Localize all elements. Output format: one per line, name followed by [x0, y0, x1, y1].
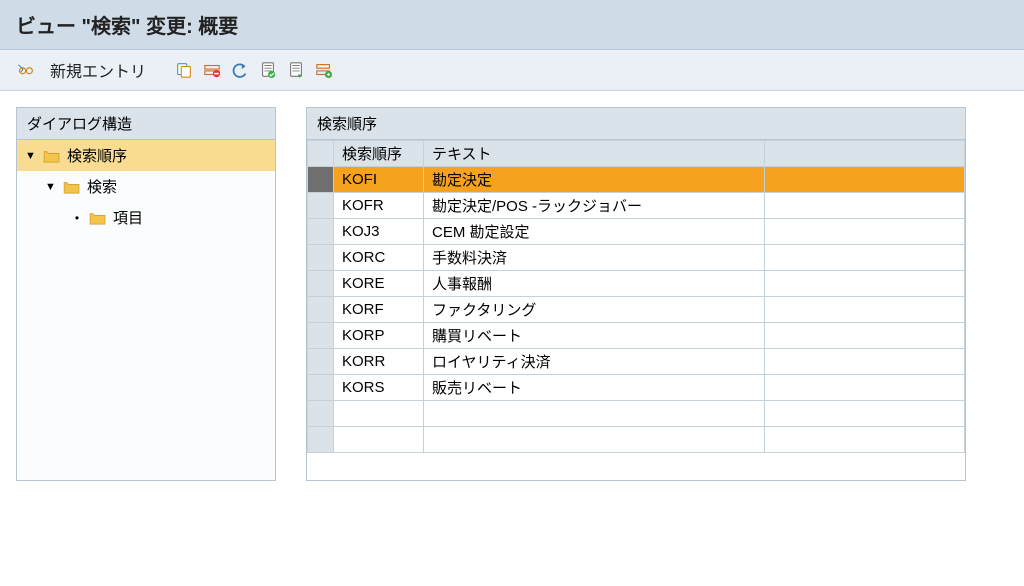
cell-code[interactable]: KORS	[334, 375, 424, 401]
cell-extra[interactable]	[765, 401, 965, 427]
collapse-icon[interactable]: ▼	[45, 181, 57, 193]
row-selector[interactable]	[308, 245, 334, 271]
tree-item[interactable]: ▼ 検索	[17, 171, 275, 202]
application-toolbar: 新規エントリ	[0, 50, 1024, 91]
table-row[interactable]: KORRロイヤリティ決済	[308, 349, 965, 375]
row-selector[interactable]	[308, 375, 334, 401]
row-selector[interactable]	[308, 193, 334, 219]
column-header-text[interactable]: テキスト	[424, 141, 765, 167]
row-selector[interactable]	[308, 323, 334, 349]
page-title: ビュー "検索" 変更: 概要	[16, 16, 238, 38]
row-selector[interactable]	[308, 297, 334, 323]
tree-item-label: 検索	[87, 176, 117, 197]
table-row[interactable]: KOFI勘定決定	[308, 167, 965, 193]
tree-item-label: 検索順序	[67, 145, 127, 166]
glasses-icon[interactable]	[16, 60, 36, 80]
row-selector[interactable]	[308, 401, 334, 427]
table-row[interactable]: KORS販売リベート	[308, 375, 965, 401]
deselect-all-icon[interactable]	[286, 60, 306, 80]
cell-extra[interactable]	[765, 219, 965, 245]
row-selector[interactable]	[308, 167, 334, 193]
row-selector[interactable]	[308, 219, 334, 245]
cell-text[interactable]: 購買リベート	[424, 323, 765, 349]
cell-extra[interactable]	[765, 427, 965, 453]
dialog-structure-tree: ダイアログ構造 ▼ 検索順序 ▼ 検索 • 項目	[16, 107, 276, 481]
table-row[interactable]: KORP購買リベート	[308, 323, 965, 349]
tree-item[interactable]: • 項目	[17, 202, 275, 233]
table-grid: 検索順序 テキスト KOFI勘定決定KOFR勘定決定/POS -ラックジョバーK…	[307, 140, 965, 453]
folder-icon	[43, 149, 61, 163]
copy-icon[interactable]	[174, 60, 194, 80]
cell-text[interactable]: CEM 勘定設定	[424, 219, 765, 245]
cell-text[interactable]	[424, 427, 765, 453]
delete-row-icon[interactable]	[202, 60, 222, 80]
cell-text[interactable]: 手数料決済	[424, 245, 765, 271]
cell-code[interactable]	[334, 427, 424, 453]
cell-extra[interactable]	[765, 245, 965, 271]
work-area: ダイアログ構造 ▼ 検索順序 ▼ 検索 • 項目 検索順序 検索順序 テキスト KOFI勘…	[0, 91, 1024, 497]
cell-code[interactable]: KORC	[334, 245, 424, 271]
cell-text[interactable]: 勘定決定/POS -ラックジョバー	[424, 193, 765, 219]
restrict-icon[interactable]	[314, 60, 334, 80]
cell-code[interactable]	[334, 401, 424, 427]
folder-icon	[63, 180, 81, 194]
cell-text[interactable]: ファクタリング	[424, 297, 765, 323]
undo-icon[interactable]	[230, 60, 250, 80]
cell-text[interactable]: 勘定決定	[424, 167, 765, 193]
cell-text[interactable]: ロイヤリティ決済	[424, 349, 765, 375]
cell-extra[interactable]	[765, 193, 965, 219]
row-selector[interactable]	[308, 349, 334, 375]
table-row[interactable]: KORC手数料決済	[308, 245, 965, 271]
folder-icon	[89, 211, 107, 225]
search-sequence-table: 検索順序 検索順序 テキスト KOFI勘定決定KOFR勘定決定/POS -ラック…	[306, 107, 966, 481]
cell-text[interactable]: 販売リベート	[424, 375, 765, 401]
column-header-extra[interactable]	[765, 141, 965, 167]
table-row[interactable]: KORE人事報酬	[308, 271, 965, 297]
tree-header: ダイアログ構造	[17, 108, 275, 140]
tree-item[interactable]: ▼ 検索順序	[17, 140, 275, 171]
cell-code[interactable]: KOJ3	[334, 219, 424, 245]
cell-extra[interactable]	[765, 375, 965, 401]
row-selector-header[interactable]	[308, 141, 334, 167]
tree-item-label: 項目	[113, 207, 143, 228]
collapse-icon[interactable]: ▼	[25, 150, 37, 162]
select-all-icon[interactable]	[258, 60, 278, 80]
cell-code[interactable]: KORE	[334, 271, 424, 297]
table-row[interactable]	[308, 427, 965, 453]
cell-extra[interactable]	[765, 271, 965, 297]
row-selector[interactable]	[308, 271, 334, 297]
cell-extra[interactable]	[765, 323, 965, 349]
bullet-icon: •	[71, 211, 83, 225]
column-header-code[interactable]: 検索順序	[334, 141, 424, 167]
cell-code[interactable]: KORR	[334, 349, 424, 375]
cell-code[interactable]: KOFI	[334, 167, 424, 193]
cell-extra[interactable]	[765, 167, 965, 193]
cell-text[interactable]: 人事報酬	[424, 271, 765, 297]
cell-extra[interactable]	[765, 349, 965, 375]
cell-extra[interactable]	[765, 297, 965, 323]
cell-code[interactable]: KORF	[334, 297, 424, 323]
cell-code[interactable]: KOFR	[334, 193, 424, 219]
row-selector[interactable]	[308, 427, 334, 453]
cell-text[interactable]	[424, 401, 765, 427]
table-row[interactable]: KOFR勘定決定/POS -ラックジョバー	[308, 193, 965, 219]
table-title: 検索順序	[307, 108, 965, 140]
cell-code[interactable]: KORP	[334, 323, 424, 349]
table-row[interactable]: KORFファクタリング	[308, 297, 965, 323]
tree-body: ▼ 検索順序 ▼ 検索 • 項目	[17, 140, 275, 480]
table-row[interactable]	[308, 401, 965, 427]
table-row[interactable]: KOJ3CEM 勘定設定	[308, 219, 965, 245]
title-bar: ビュー "検索" 変更: 概要	[0, 0, 1024, 50]
new-entry-button[interactable]: 新規エントリ	[44, 58, 152, 82]
